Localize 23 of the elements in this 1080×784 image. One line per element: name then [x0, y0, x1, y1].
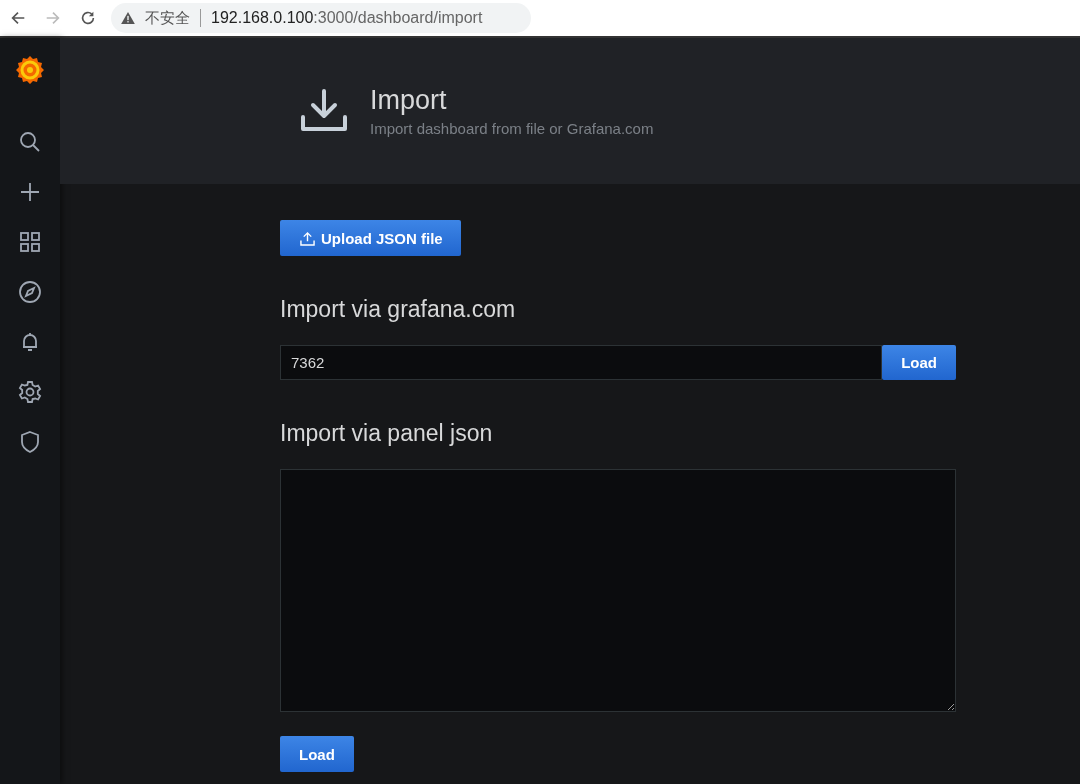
- reload-icon[interactable]: [79, 9, 97, 27]
- download-icon: [300, 89, 348, 133]
- compass-icon[interactable]: [18, 280, 42, 304]
- dashboard-id-field[interactable]: 7362: [280, 345, 883, 380]
- security-label: 不安全: [145, 8, 190, 28]
- url-text: 192.168.0.100:3000/dashboard/import: [211, 9, 483, 27]
- section-heading: Import via panel json: [280, 420, 493, 447]
- load-button[interactable]: Load: [280, 736, 354, 772]
- settings-icon[interactable]: [18, 380, 42, 404]
- plus-icon[interactable]: [18, 180, 42, 204]
- load-button[interactable]: Load: [882, 345, 956, 380]
- search-icon[interactable]: [18, 130, 42, 154]
- logo-icon[interactable]: [14, 54, 46, 86]
- back-icon[interactable]: [9, 9, 27, 27]
- address-bar[interactable]: 不安全 192.168.0.100:3000/dashboard/import: [111, 3, 531, 33]
- section-heading: Import via grafana.com: [280, 296, 516, 323]
- upload-json-button[interactable]: Upload JSON file: [280, 220, 461, 256]
- page-subtitle: Import dashboard from file or Grafana.com: [370, 120, 654, 137]
- upload-icon: [300, 230, 315, 246]
- grid-icon[interactable]: [18, 230, 42, 254]
- page-title: Import: [370, 85, 448, 116]
- warning-icon: [121, 12, 135, 24]
- shield-icon[interactable]: [18, 430, 42, 454]
